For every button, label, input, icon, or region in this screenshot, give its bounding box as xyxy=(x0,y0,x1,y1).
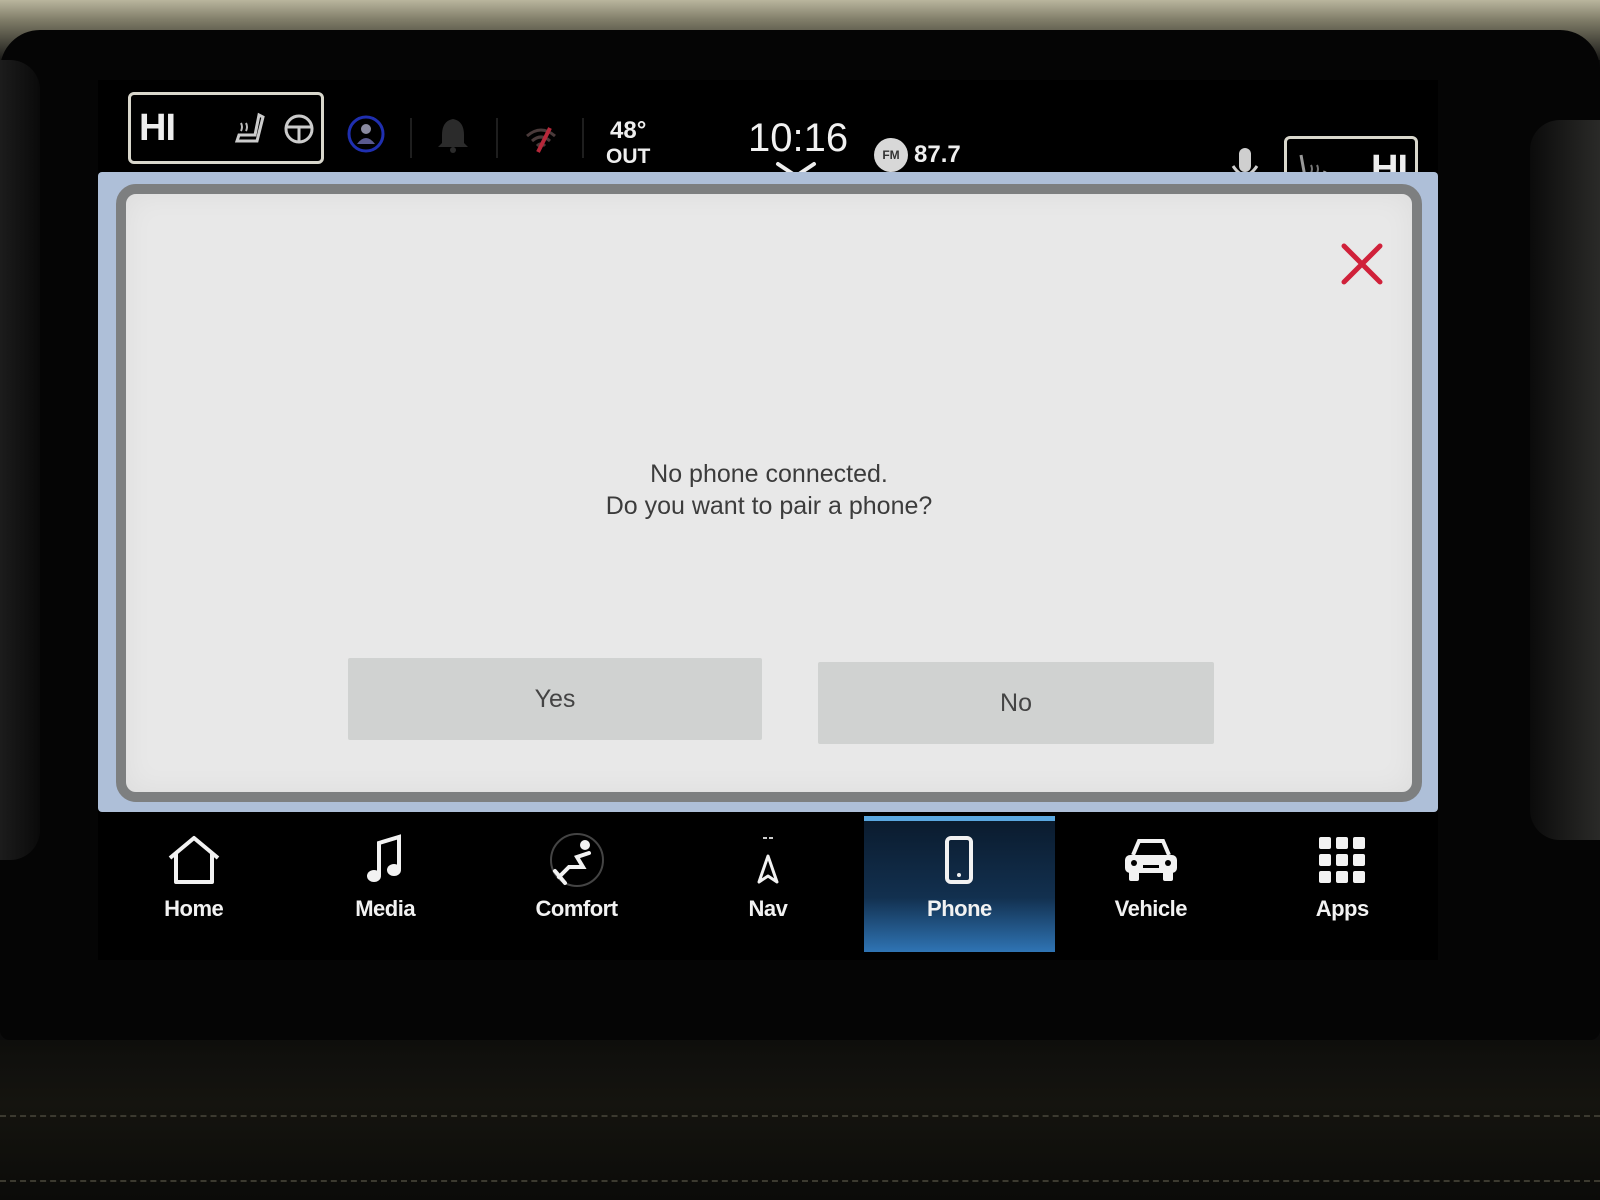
dialog-message-line1: No phone connected. xyxy=(650,460,888,488)
home-icon xyxy=(168,836,219,884)
status-divider xyxy=(582,118,584,158)
nav-label: Vehicle xyxy=(1114,896,1188,921)
dash-stitch xyxy=(0,1180,1600,1182)
wifi-disabled-icon[interactable] xyxy=(524,124,558,154)
phone-content-area: No phone connected. Do you want to pair … xyxy=(98,172,1438,812)
nav-apps[interactable]: Apps xyxy=(1247,816,1438,952)
driver-seat-heat-level: HI xyxy=(139,106,176,149)
nav-label: Media xyxy=(355,896,416,921)
phone-icon xyxy=(945,836,974,884)
bezel-left xyxy=(0,60,40,860)
status-divider xyxy=(410,118,412,158)
nav-comfort[interactable]: Comfort xyxy=(481,816,672,952)
dashboard-trim xyxy=(0,1040,1600,1200)
nav-home[interactable]: Home xyxy=(98,816,289,952)
infotainment-screen: HI 48° OUT 10:16 FM 87.7 HI No phone con… xyxy=(98,80,1438,960)
nav-nav[interactable]: Nav xyxy=(672,816,863,952)
bezel-right xyxy=(1530,120,1600,840)
temperature-value: 48° xyxy=(610,117,647,144)
fm-band-badge: FM xyxy=(874,138,908,172)
driver-profile-icon[interactable] xyxy=(346,114,386,154)
nav-label: Comfort xyxy=(535,896,619,921)
status-divider xyxy=(496,118,498,158)
nav-label: Apps xyxy=(1315,896,1370,921)
radio-status[interactable]: FM 87.7 xyxy=(874,138,961,172)
yes-button[interactable]: Yes xyxy=(348,658,762,740)
status-bar: HI 48° OUT 10:16 FM 87.7 HI xyxy=(98,80,1438,202)
no-button[interactable]: No xyxy=(818,662,1214,744)
nav-phone[interactable]: Phone xyxy=(863,816,1056,952)
steering-wheel-heat-icon xyxy=(284,114,314,144)
nav-vehicle[interactable]: Vehicle xyxy=(1055,816,1246,952)
nav-media[interactable]: Media xyxy=(289,816,480,952)
dialog-message: No phone connected. Do you want to pair … xyxy=(126,458,1412,522)
nav-label: Nav xyxy=(748,896,788,921)
radio-frequency: 87.7 xyxy=(914,141,961,168)
car-icon xyxy=(1124,839,1177,881)
seat-comfort-icon xyxy=(549,833,604,887)
nav-label: Home xyxy=(164,896,224,921)
navigation-arrow-icon xyxy=(757,837,779,884)
bottom-nav: Home Media Comfort Nav Phone Vehicle App… xyxy=(98,816,1438,952)
close-icon[interactable] xyxy=(1338,240,1386,288)
pair-phone-dialog: No phone connected. Do you want to pair … xyxy=(116,184,1422,802)
temperature-label: OUT xyxy=(606,145,651,168)
outside-temperature: 48° OUT xyxy=(606,118,650,170)
clock[interactable]: 10:16 xyxy=(748,116,848,161)
seat-heat-icon xyxy=(234,112,265,143)
apps-grid-icon xyxy=(1319,837,1366,883)
nav-label: Phone xyxy=(927,896,992,921)
music-note-icon xyxy=(367,834,402,882)
dialog-message-line2: Do you want to pair a phone? xyxy=(605,492,933,520)
dash-stitch xyxy=(0,1115,1600,1117)
driver-seat-heat-button[interactable]: HI xyxy=(128,92,324,164)
notification-bell-icon[interactable] xyxy=(436,116,470,154)
